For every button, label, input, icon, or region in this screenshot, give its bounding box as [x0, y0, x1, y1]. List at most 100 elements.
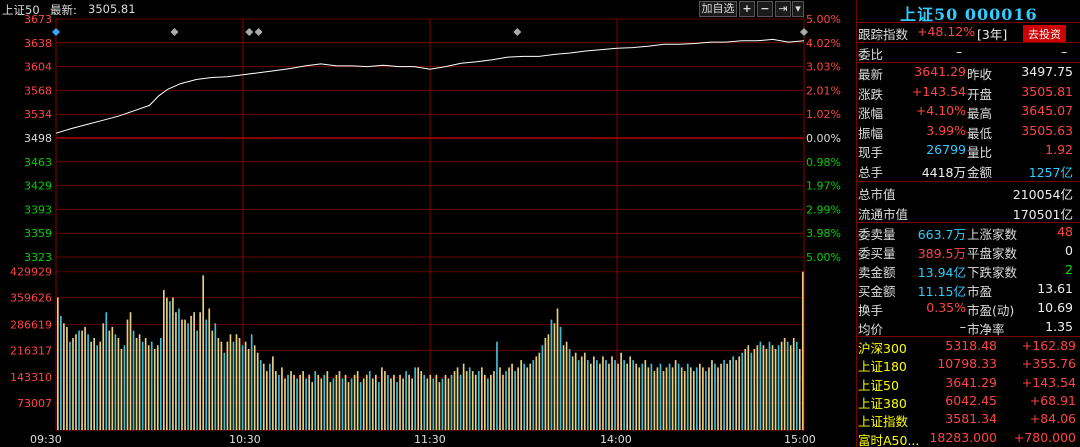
volume-bar [662, 371, 665, 430]
intraday-chart[interactable]: 3673 5.00% 3638 4.02% 3604 3.03% 3568 2.01% 3534… [0, 0, 856, 447]
volume-bar [238, 338, 241, 430]
quote-value: 3505.63 [1021, 122, 1073, 138]
volume-bar [738, 356, 741, 430]
index-name[interactable]: 上证180 [858, 356, 907, 375]
y-tick-right: 3.98% [806, 227, 841, 240]
track-period: [3年] [977, 27, 1008, 42]
order-label: 市盈(动) [967, 303, 1015, 318]
track-row: 跟踪指数 +48.12% [3年] 去投资 [856, 23, 1080, 43]
volume-bar [714, 363, 716, 430]
y-tick-left: 3393 [24, 203, 52, 216]
volume-bar [599, 363, 601, 430]
volume-bar [78, 330, 80, 430]
quote-value: +4.10% [915, 103, 966, 118]
index-row[interactable]: 上证50 3641.29 +143.54 [856, 374, 1080, 393]
volume-bar [674, 360, 677, 430]
volume-bar [102, 323, 105, 430]
event-marker-icon[interactable] [800, 28, 808, 36]
volume-bar [205, 319, 208, 430]
zoom-in-button[interactable]: + [739, 1, 755, 17]
volume-bar [169, 301, 171, 430]
add-watchlist-button[interactable]: 加自选 [699, 1, 737, 17]
invest-button[interactable]: 去投资 [1023, 25, 1066, 43]
volume-bar [208, 308, 211, 430]
volume-bar [69, 341, 71, 430]
volume-bar [565, 341, 568, 430]
volume-bar [408, 374, 410, 430]
volume-bar [556, 308, 559, 430]
volume-bar [553, 323, 556, 430]
event-marker-icon[interactable] [170, 28, 179, 36]
index-name[interactable]: 富时A50... [858, 430, 919, 447]
index-name[interactable]: 沪深300 [858, 338, 907, 357]
volume-bar [547, 334, 550, 430]
event-marker-icon[interactable] [52, 28, 60, 36]
volume-tick: 216317 [10, 344, 52, 357]
volume-bar [272, 356, 274, 430]
chart-canvas[interactable]: 3673 5.00%3638 4.02%3604 3.03%3568 2.01%3534… [0, 0, 856, 447]
volume-bar [141, 341, 144, 430]
quote-label: 最高 [967, 106, 993, 121]
volume-bar [72, 338, 74, 430]
event-marker-icon[interactable] [245, 28, 254, 36]
volume-bar [620, 352, 622, 430]
latest-value: 3505.81 [88, 2, 136, 16]
volume-bar [711, 360, 713, 430]
volume-bar [326, 371, 329, 430]
quote-value: 3641.29 [914, 64, 966, 79]
order-value: 0 [1065, 243, 1073, 258]
volume-bar [126, 319, 129, 430]
volume-bar [414, 367, 417, 430]
volume-bar [132, 330, 135, 430]
event-marker-icon[interactable] [513, 28, 522, 36]
volume-bar [293, 374, 295, 430]
volume-bar [144, 338, 147, 430]
index-name[interactable]: 上证380 [858, 393, 907, 412]
quote-label: 最低 [967, 125, 993, 141]
order-value: 10.69 [1037, 300, 1073, 315]
volume-bar [60, 315, 62, 430]
y-tick-left: 3323 [24, 251, 52, 264]
index-row[interactable]: 富时A50... 18283.000 +780.000 [856, 429, 1080, 447]
volume-bar [138, 334, 141, 430]
volume-bar [96, 345, 99, 430]
index-row[interactable]: 沪深300 5318.48 +162.89 [856, 337, 1080, 356]
volume-bar [390, 378, 392, 430]
order-row: 买金额 11.15亿 市盈 13.61 [856, 280, 1080, 299]
volume-bar [441, 378, 444, 430]
volume-bar [699, 363, 701, 430]
volume-bar [262, 363, 265, 430]
dropdown-icon[interactable]: ▾ [792, 1, 804, 17]
volume-bar [532, 360, 535, 430]
volume-bar [798, 349, 801, 430]
volume-bar [172, 297, 174, 430]
volume-bar [281, 367, 283, 430]
volume-bar [405, 371, 407, 430]
volume-bar [529, 363, 532, 430]
event-marker-icon[interactable] [254, 28, 263, 36]
index-name[interactable]: 上证50 [858, 375, 899, 394]
volume-bar [187, 323, 189, 430]
quote-label: 涨幅 [858, 106, 884, 121]
volume-bar [705, 371, 707, 430]
volume-bar [768, 341, 771, 430]
index-row[interactable]: 上证指数 3581.34 +84.06 [856, 410, 1080, 429]
zoom-out-button[interactable]: − [757, 1, 773, 17]
volume-bar [677, 363, 680, 430]
quote-value: 4418万 [921, 164, 966, 180]
volume-bar [135, 338, 138, 430]
volume-bar [202, 275, 205, 430]
quote-value: 1.92 [1045, 142, 1073, 157]
volume-bar [574, 352, 577, 430]
index-name[interactable]: 上证指数 [858, 411, 908, 430]
y-tick-right: 3.03% [806, 61, 841, 74]
volume-bar [756, 345, 759, 430]
volume-bar [801, 271, 804, 430]
pin-icon[interactable]: ⇥ [775, 1, 791, 17]
index-row[interactable]: 上证380 6042.45 +68.91 [856, 392, 1080, 411]
volume-bar [75, 334, 77, 430]
y-tick-left: 3638 [24, 37, 52, 50]
volume-bar [265, 371, 268, 430]
volume-bar [159, 338, 162, 430]
index-row[interactable]: 上证180 10798.33 +355.76 [856, 355, 1080, 374]
